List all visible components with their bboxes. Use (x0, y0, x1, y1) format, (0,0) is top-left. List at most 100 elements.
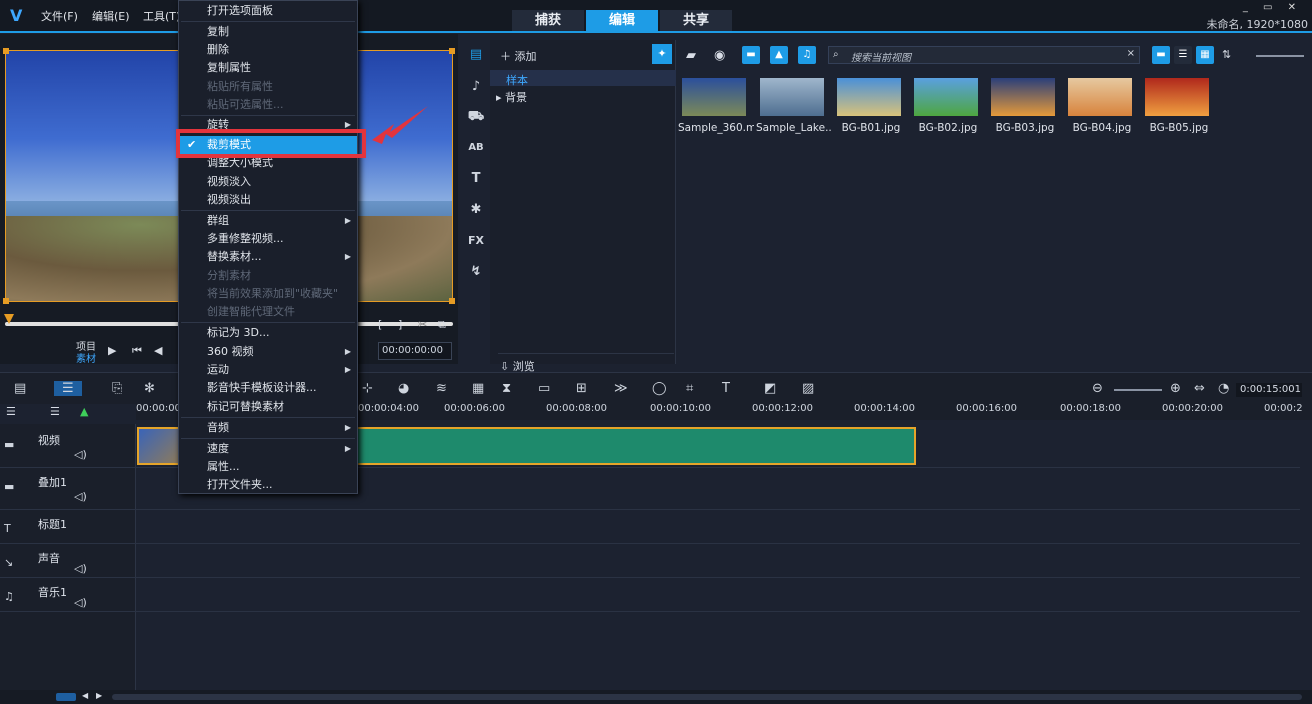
menu-item-fade-in[interactable]: 视频淡入 (179, 173, 357, 191)
scroll-left-icon[interactable]: ◀ (82, 691, 88, 700)
clock-icon[interactable]: ◔ (1218, 381, 1229, 396)
track-music[interactable]: ♫ 音乐1 ◁) (0, 578, 136, 612)
menu-item-360-video[interactable]: 360 视频 ▶ (179, 343, 357, 361)
track-video[interactable]: ▬ 视频 ◁) (0, 426, 136, 468)
thumb-bg-b05[interactable]: BG-B05.jpg (1141, 68, 1217, 138)
crop-handle-br[interactable] (449, 298, 455, 304)
menu-item-fade-out[interactable]: 视频淡出 (179, 191, 357, 209)
play-icon[interactable]: ▶ (108, 344, 116, 357)
menu-edit[interactable]: 编辑(E) (92, 8, 130, 24)
title-icon[interactable]: T (462, 166, 490, 192)
speed-icon[interactable]: ≫ (614, 381, 628, 396)
crop-handle-tr[interactable] (449, 48, 455, 54)
subtitle-icon[interactable]: ▭ (538, 381, 550, 396)
menu-file[interactable]: 文件(F) (41, 8, 78, 24)
loop-icon[interactable]: ◯ (652, 381, 667, 396)
zoom-slider[interactable] (1114, 389, 1162, 391)
enlarge-icon[interactable]: ⧉ (438, 318, 446, 332)
color-icon[interactable]: ◕ (398, 381, 409, 396)
video-clip[interactable] (356, 427, 916, 465)
menu-item-template-designer[interactable]: 影音快手模板设计器... (179, 379, 357, 397)
menu-item-delete[interactable]: 删除 (179, 41, 357, 59)
add-folder-button[interactable]: ＋ 添加 (500, 48, 537, 64)
multi-cam-icon[interactable]: ▦ (472, 381, 484, 396)
menu-item-speed[interactable]: 速度 ▶ (179, 440, 357, 458)
scroll-zoom-icon[interactable] (56, 693, 76, 701)
menu-item-audio[interactable]: 音频 ▶ (179, 419, 357, 437)
crop-handle-tl[interactable] (3, 48, 9, 54)
import-icon[interactable]: ◉ (714, 48, 725, 63)
folder-background[interactable]: ▸ 背景 (496, 89, 527, 105)
transition-ab-icon[interactable]: AB (462, 135, 490, 161)
voice-track-lane[interactable] (136, 544, 1300, 578)
menu-item-mark-replaceable[interactable]: 标记可替换素材 (179, 398, 357, 416)
undo-icon[interactable]: ⎘ (112, 381, 122, 396)
mask-icon[interactable]: ◩ (764, 381, 776, 396)
tools-icon[interactable]: ✻ (144, 381, 155, 396)
fit-icon[interactable]: ⇔ (1194, 381, 1205, 396)
menu-tools[interactable]: 工具(T) (143, 8, 180, 24)
music-track-lane[interactable] (136, 578, 1300, 612)
timeline-scrollbar[interactable]: ◀ ▶ (0, 690, 1312, 704)
crop-icon[interactable]: ⌗ (686, 381, 693, 396)
menu-item-copy[interactable]: 复制 (179, 23, 357, 41)
mute-icon[interactable]: ◁) (74, 562, 87, 575)
zoom-in-icon[interactable]: ⊕ (1170, 381, 1181, 396)
thumb-size-slider[interactable] (1256, 55, 1304, 57)
mark-out-icon[interactable]: ] (398, 318, 402, 331)
menu-item-options-panel[interactable]: 打开选项面板 (179, 2, 357, 20)
menu-item-multi-trim[interactable]: 多重修整视频... (179, 230, 357, 248)
menu-item-motion[interactable]: 运动 ▶ (179, 361, 357, 379)
mark-in-icon[interactable]: [ (378, 318, 382, 331)
filter-fx-icon[interactable]: FX (462, 228, 490, 254)
tab-capture[interactable]: 捕获 (512, 10, 584, 32)
timeline-timecode[interactable]: 0:00:15:001 (1236, 383, 1302, 397)
window-buttons[interactable]: _ ▭ ✕ (1243, 2, 1302, 13)
mute-icon[interactable]: ◁) (74, 596, 87, 609)
thumb-sample-360[interactable]: Sample_360.m... (678, 68, 754, 138)
sort-icon[interactable]: ⇅ (1222, 48, 1231, 61)
add-marker-icon[interactable]: ▲ (80, 405, 88, 418)
track-manager-icon[interactable]: ☰ (6, 405, 16, 418)
audio-icon[interactable]: ≋ (436, 381, 447, 396)
thumb-bg-b02[interactable]: BG-B02.jpg (910, 68, 986, 138)
timeline-view-icon[interactable]: ☰ (54, 381, 82, 396)
folder-samples[interactable]: 样本 (506, 72, 528, 88)
mute-icon[interactable]: ◁) (74, 490, 87, 503)
view-grid-button[interactable]: ▦ (1196, 46, 1214, 64)
split-screen-icon[interactable]: ⧗ (502, 381, 511, 396)
grid-icon[interactable]: ⊞ (576, 381, 587, 396)
pin-icon[interactable]: ✦ (652, 44, 672, 64)
video-clip-thumb[interactable] (137, 427, 181, 465)
media-icon[interactable]: ▤ (462, 42, 490, 68)
clear-search-icon[interactable]: × (1127, 48, 1135, 59)
thumb-bg-b04[interactable]: BG-B04.jpg (1064, 68, 1140, 138)
chapter-icon[interactable]: ☰ (50, 405, 60, 418)
menu-item-replace-clip[interactable]: 替换素材... ▶ (179, 248, 357, 266)
menu-item-mark-3d[interactable]: 标记为 3D... (179, 324, 357, 342)
track-title[interactable]: T 标题1 (0, 510, 136, 544)
filter-audio-button[interactable]: ♫ (798, 46, 816, 64)
open-folder-icon[interactable]: ▰ (686, 48, 696, 63)
scroll-track[interactable] (112, 694, 1302, 700)
storyboard-view-icon[interactable]: ▤ (14, 381, 26, 396)
menu-item-open-folder[interactable]: 打开文件夹... (179, 476, 357, 494)
menu-item-copy-attributes[interactable]: 复制属性 (179, 59, 357, 77)
instant-project-icon[interactable]: ♪ (462, 74, 490, 100)
motion-tracking-icon[interactable]: ⊹ (362, 381, 373, 396)
transition-icon[interactable]: ⛟ (462, 104, 490, 130)
crop-handle-bl[interactable] (3, 298, 9, 304)
menu-item-properties[interactable]: 属性... (179, 458, 357, 476)
thumb-bg-b01[interactable]: BG-B01.jpg (833, 68, 909, 138)
pan-icon[interactable]: ▨ (802, 381, 814, 396)
mute-icon[interactable]: ◁) (74, 448, 87, 461)
view-list-button[interactable]: ☰ (1174, 46, 1192, 64)
tab-share[interactable]: 共享 (660, 10, 732, 32)
title-3d-icon[interactable]: T (722, 381, 730, 396)
track-overlay[interactable]: ▬ 叠加1 ◁) (0, 468, 136, 510)
filter-video-button[interactable]: ▬ (742, 46, 760, 64)
label-clip[interactable]: 素材 (76, 350, 96, 365)
go-start-icon[interactable]: ⏮ (132, 344, 142, 358)
view-large-button[interactable]: ▬ (1152, 46, 1170, 64)
thumb-bg-b03[interactable]: BG-B03.jpg (987, 68, 1063, 138)
